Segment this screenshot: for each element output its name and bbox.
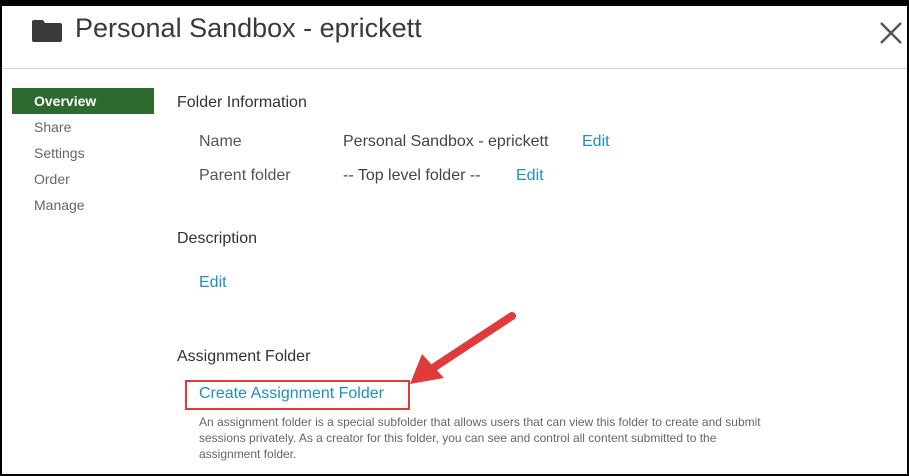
create-assignment-folder-link[interactable]: Create Assignment Folder [199,385,384,403]
sidebar-item-settings[interactable]: Settings [12,140,154,166]
sidebar-item-manage[interactable]: Manage [12,192,154,218]
assignment-folder-heading: Assignment Folder [177,348,311,365]
sidebar-item-overview[interactable]: Overview [12,88,154,114]
dialog-header: Personal Sandbox - eprickett [2,6,907,69]
folder-settings-dialog: Personal Sandbox - eprickett Overview Sh… [0,0,909,476]
name-edit-link[interactable]: Edit [582,133,610,151]
folder-information-heading: Folder Information [177,94,307,111]
parent-folder-value: -- Top level folder -- [343,167,481,184]
parent-folder-label: Parent folder [199,167,291,184]
sidebar-nav: Overview Share Settings Order Manage [12,88,154,218]
sidebar-item-order[interactable]: Order [12,166,154,192]
description-edit-link[interactable]: Edit [199,274,227,292]
folder-icon [32,20,62,42]
annotation-arrow-icon [410,312,516,384]
name-value: Personal Sandbox - eprickett [343,133,549,150]
name-label: Name [199,133,242,150]
parent-folder-edit-link[interactable]: Edit [516,167,544,185]
assignment-folder-help-text: An assignment folder is a special subfol… [199,415,761,461]
description-heading: Description [177,230,258,247]
sidebar-item-share[interactable]: Share [12,114,154,140]
dialog-title: Personal Sandbox - eprickett [75,13,422,43]
close-icon[interactable] [876,18,906,48]
